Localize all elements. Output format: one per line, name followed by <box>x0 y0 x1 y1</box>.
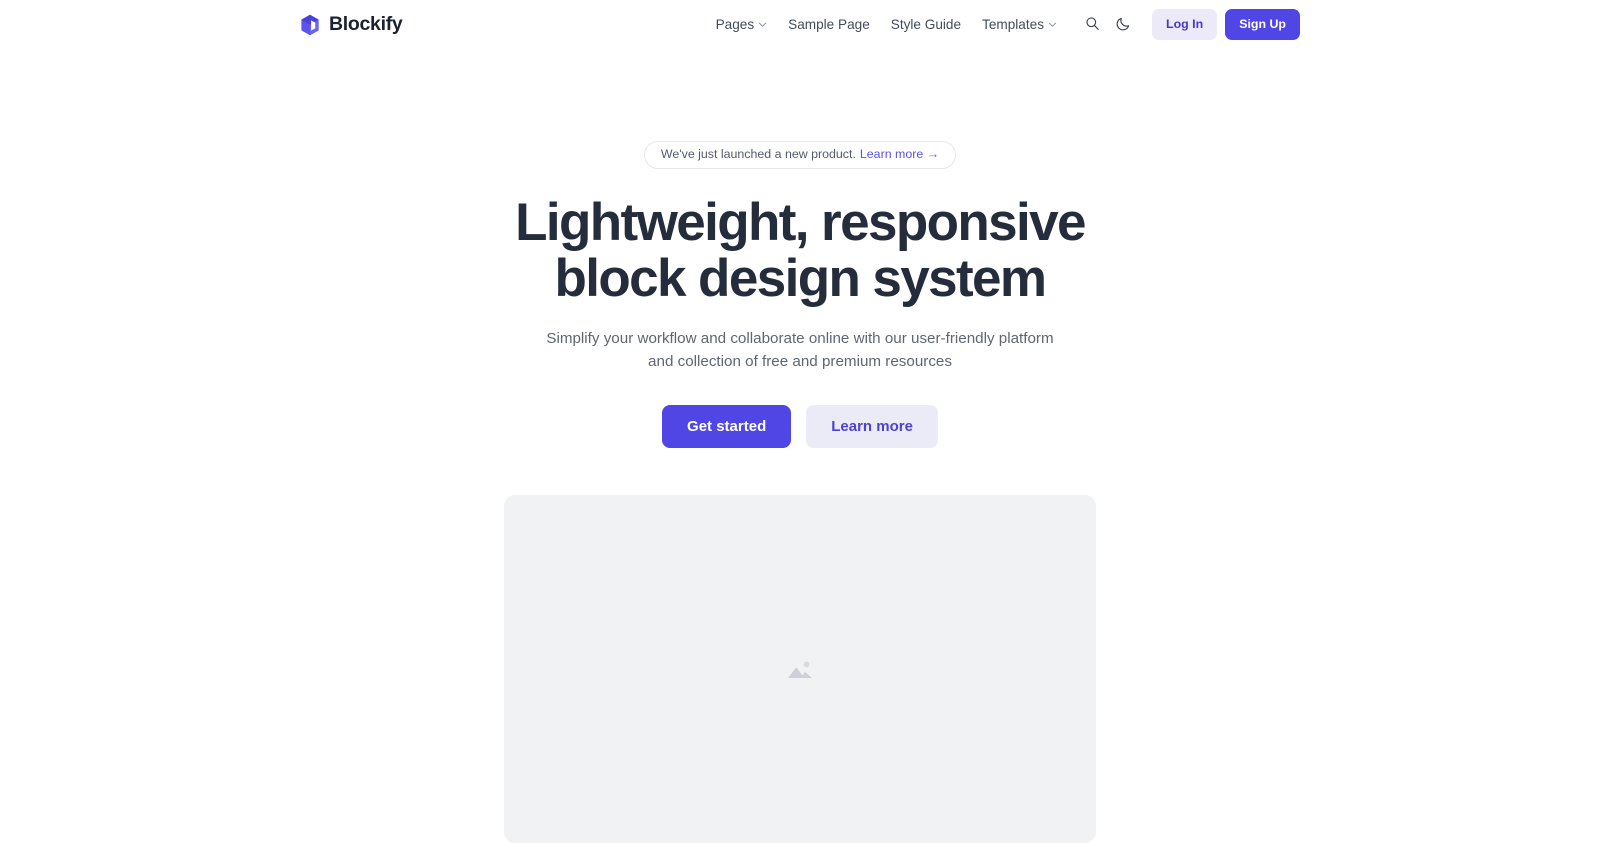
brand-name: Blockify <box>329 12 403 35</box>
chevron-down-icon <box>758 20 767 29</box>
nav-item-label: Style Guide <box>890 16 962 32</box>
hero-section: We've just launched a new product. Learn… <box>0 49 1600 843</box>
login-button[interactable]: Log In <box>1152 9 1218 40</box>
nav-item-label: Pages <box>715 16 755 32</box>
moon-icon <box>1116 16 1131 34</box>
announcement-text: We've just launched a new product. <box>660 147 856 161</box>
search-icon <box>1085 16 1100 34</box>
nav-item-templates[interactable]: Templates <box>982 18 1057 32</box>
page-title: Lightweight, responsive block design sys… <box>515 192 1086 308</box>
search-button[interactable] <box>1079 12 1105 38</box>
announcement-banner[interactable]: We've just launched a new product. Learn… <box>643 141 957 169</box>
header-inner: Blockify Pages Sample Page Style Guide T… <box>300 0 1300 49</box>
theme-toggle-button[interactable] <box>1110 12 1136 38</box>
page-title-line-2: block design system <box>554 248 1048 308</box>
brand-logo[interactable]: Blockify <box>300 12 403 36</box>
nav-item-sample-page[interactable]: Sample Page <box>788 18 870 32</box>
nav-item-style-guide[interactable]: Style Guide <box>891 18 961 32</box>
nav-item-label: Sample Page <box>788 16 870 32</box>
signup-button[interactable]: Sign Up <box>1225 9 1300 40</box>
nav-item-label: Templates <box>982 16 1045 32</box>
announcement-learn-more-link[interactable]: Learn more → <box>860 147 939 162</box>
nav-links: Pages Sample Page Style Guide Templates <box>716 18 1057 32</box>
image-placeholder-icon <box>786 657 814 681</box>
page-title-line-1: Lightweight, responsive <box>515 192 1086 252</box>
cube-icon <box>300 14 320 36</box>
hero-subtitle: Simplify your workflow and collaborate o… <box>546 330 1054 370</box>
main-navigation: Pages Sample Page Style Guide Templates <box>716 9 1300 40</box>
site-header: Blockify Pages Sample Page Style Guide T… <box>0 0 1600 49</box>
nav-item-pages[interactable]: Pages <box>716 18 768 32</box>
chevron-down-icon <box>1048 20 1057 29</box>
hero-actions: Get started Learn more <box>662 405 938 449</box>
hero-image-placeholder <box>504 495 1096 843</box>
learn-more-button[interactable]: Learn more <box>806 405 938 449</box>
get-started-button[interactable]: Get started <box>662 405 792 449</box>
